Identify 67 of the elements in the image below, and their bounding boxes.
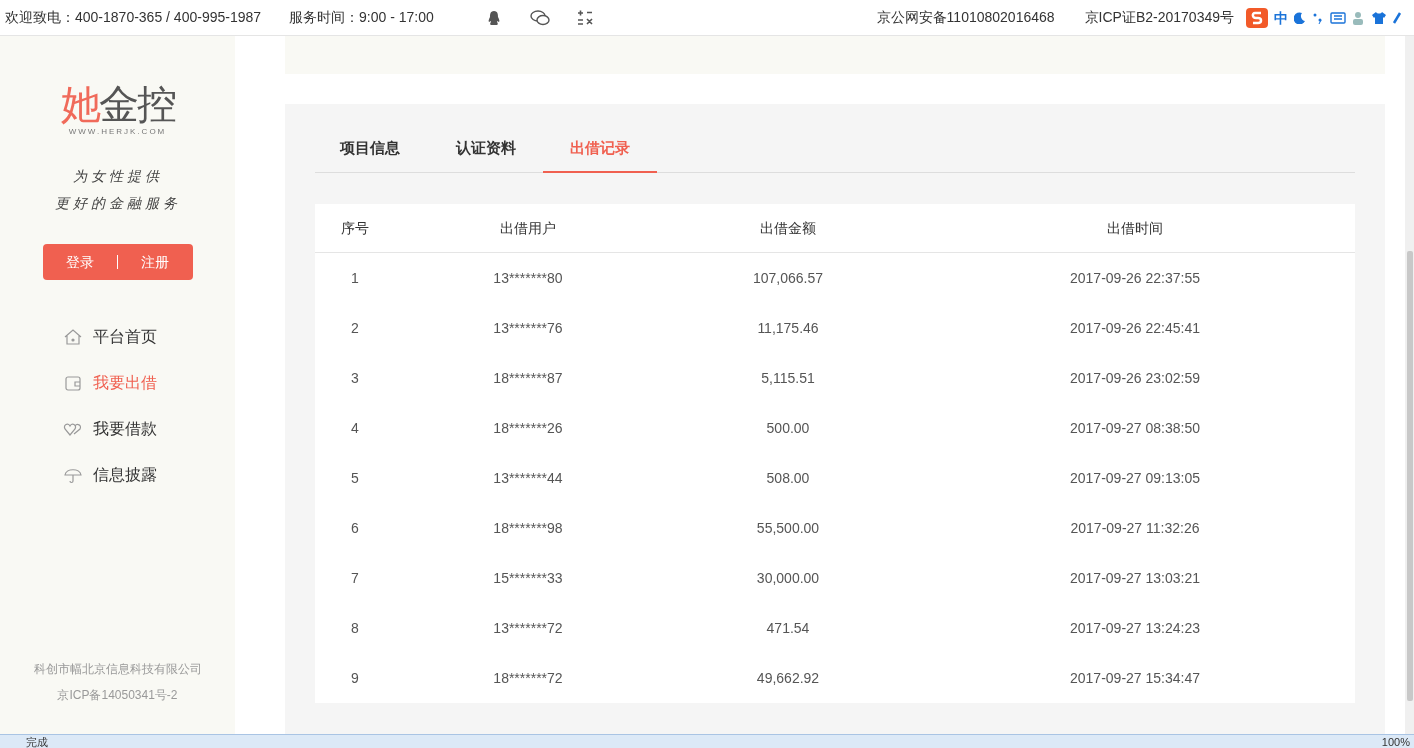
table-cell-text: 107,066.57: [751, 268, 825, 288]
punctuation-icon[interactable]: [1312, 12, 1324, 24]
nav-item[interactable]: 我要借款: [62, 418, 183, 440]
table-cell-text: 2017-09-27 13:24:23: [1069, 618, 1201, 638]
table-cell-text: 2017-09-27 08:38:50: [1069, 418, 1201, 438]
table-cell-text: 55,500.00: [755, 518, 821, 538]
table-cell-text: 508.00: [765, 468, 811, 488]
scrollbar-thumb[interactable]: [1406, 251, 1413, 701]
table-cell-text: 2017-09-27 11:32:26: [1069, 518, 1201, 538]
table-cell-text: 18*******26: [492, 418, 564, 438]
shirt-icon[interactable]: [1372, 11, 1386, 25]
table-cell-text: 13*******72: [492, 618, 564, 638]
table-cell-text: 2017-09-27 09:13:05: [1069, 468, 1201, 488]
column-header: 出借金额: [759, 218, 817, 238]
wallet-icon: [62, 373, 83, 393]
slogan-line: 更好的金融服务: [54, 194, 181, 213]
table-cell-text: 18*******87: [492, 368, 564, 388]
table-cell-text: 4: [350, 418, 360, 438]
table-cell-text: 6: [350, 518, 360, 538]
table-cell-text: 2017-09-27 15:34:47: [1069, 668, 1201, 688]
tab[interactable]: 认证资料: [429, 126, 543, 173]
table-cell-text: 2: [350, 318, 360, 338]
table-cell-text: 11,175.46: [756, 318, 820, 338]
status-text: 完成: [26, 735, 48, 748]
table-cell-text: 500.00: [765, 418, 811, 438]
column-header: 出借时间: [1106, 218, 1164, 238]
table-cell-text: 5,115.51: [760, 368, 816, 388]
sogou-logo-icon[interactable]: [1246, 8, 1268, 28]
footer-text: 京ICP备14050341号-2: [57, 687, 178, 704]
zoom-level-text[interactable]: 100%: [1381, 735, 1410, 748]
table-cell-text: 30,000.00: [755, 568, 821, 588]
table-cell-text: 18*******98: [492, 518, 564, 538]
police-record-text: 京公网安备11010802016468: [876, 8, 1055, 27]
table-cell-text: 5: [350, 468, 360, 488]
hotline-text: 欢迎致电：400-1870-365 / 400-995-1987: [5, 8, 262, 27]
house-icon: [62, 327, 83, 347]
table-cell-text: 13*******76: [492, 318, 564, 338]
slogan-line: 为女性提供: [72, 167, 163, 186]
table-cell-text: 15*******33: [492, 568, 564, 588]
calculator-icon[interactable]: [575, 8, 594, 27]
service-hours-text: 服务时间：9:00 - 17:00: [289, 8, 434, 27]
table-cell-text: 49,662.92: [755, 668, 821, 688]
table-cell-text: 2017-09-26 22:37:55: [1069, 268, 1201, 288]
input-mode-toggle[interactable]: 中: [1274, 7, 1288, 29]
table-cell-text: 7: [350, 568, 360, 588]
table-cell-text: 3: [350, 368, 360, 388]
table-cell-text: 2017-09-26 23:02:59: [1069, 368, 1201, 388]
table-cell-text: 9: [350, 668, 360, 688]
table-cell-text: 471.54: [765, 618, 811, 638]
keyboard-icon[interactable]: [1330, 12, 1346, 24]
logo: 她金控 WWW.HERJK.COM: [60, 82, 175, 138]
table-cell-text: 13*******44: [492, 468, 564, 488]
table-cell-text: 8: [350, 618, 360, 638]
moon-icon[interactable]: [1294, 12, 1306, 24]
chat-bubbles-icon[interactable]: [529, 9, 550, 26]
nav-item[interactable]: 信息披露: [62, 464, 183, 486]
icp-text: 京ICP证B2-20170349号: [1084, 8, 1234, 27]
table-cell-text: 18*******72: [492, 668, 564, 688]
table-cell-text: 2017-09-26 22:45:41: [1069, 318, 1201, 338]
table-cell-text: 13*******80: [492, 268, 564, 288]
table-cell-text: 1: [350, 268, 360, 288]
column-header: 出借用户: [499, 218, 557, 238]
table-cell-text: 2017-09-27 13:03:21: [1069, 568, 1201, 588]
column-header: 序号: [340, 218, 370, 238]
footer-text: 科创市幅北京信息科技有限公司: [33, 661, 202, 678]
nav-item[interactable]: 平台首页: [62, 326, 183, 348]
tab[interactable]: 项目信息: [315, 126, 429, 173]
